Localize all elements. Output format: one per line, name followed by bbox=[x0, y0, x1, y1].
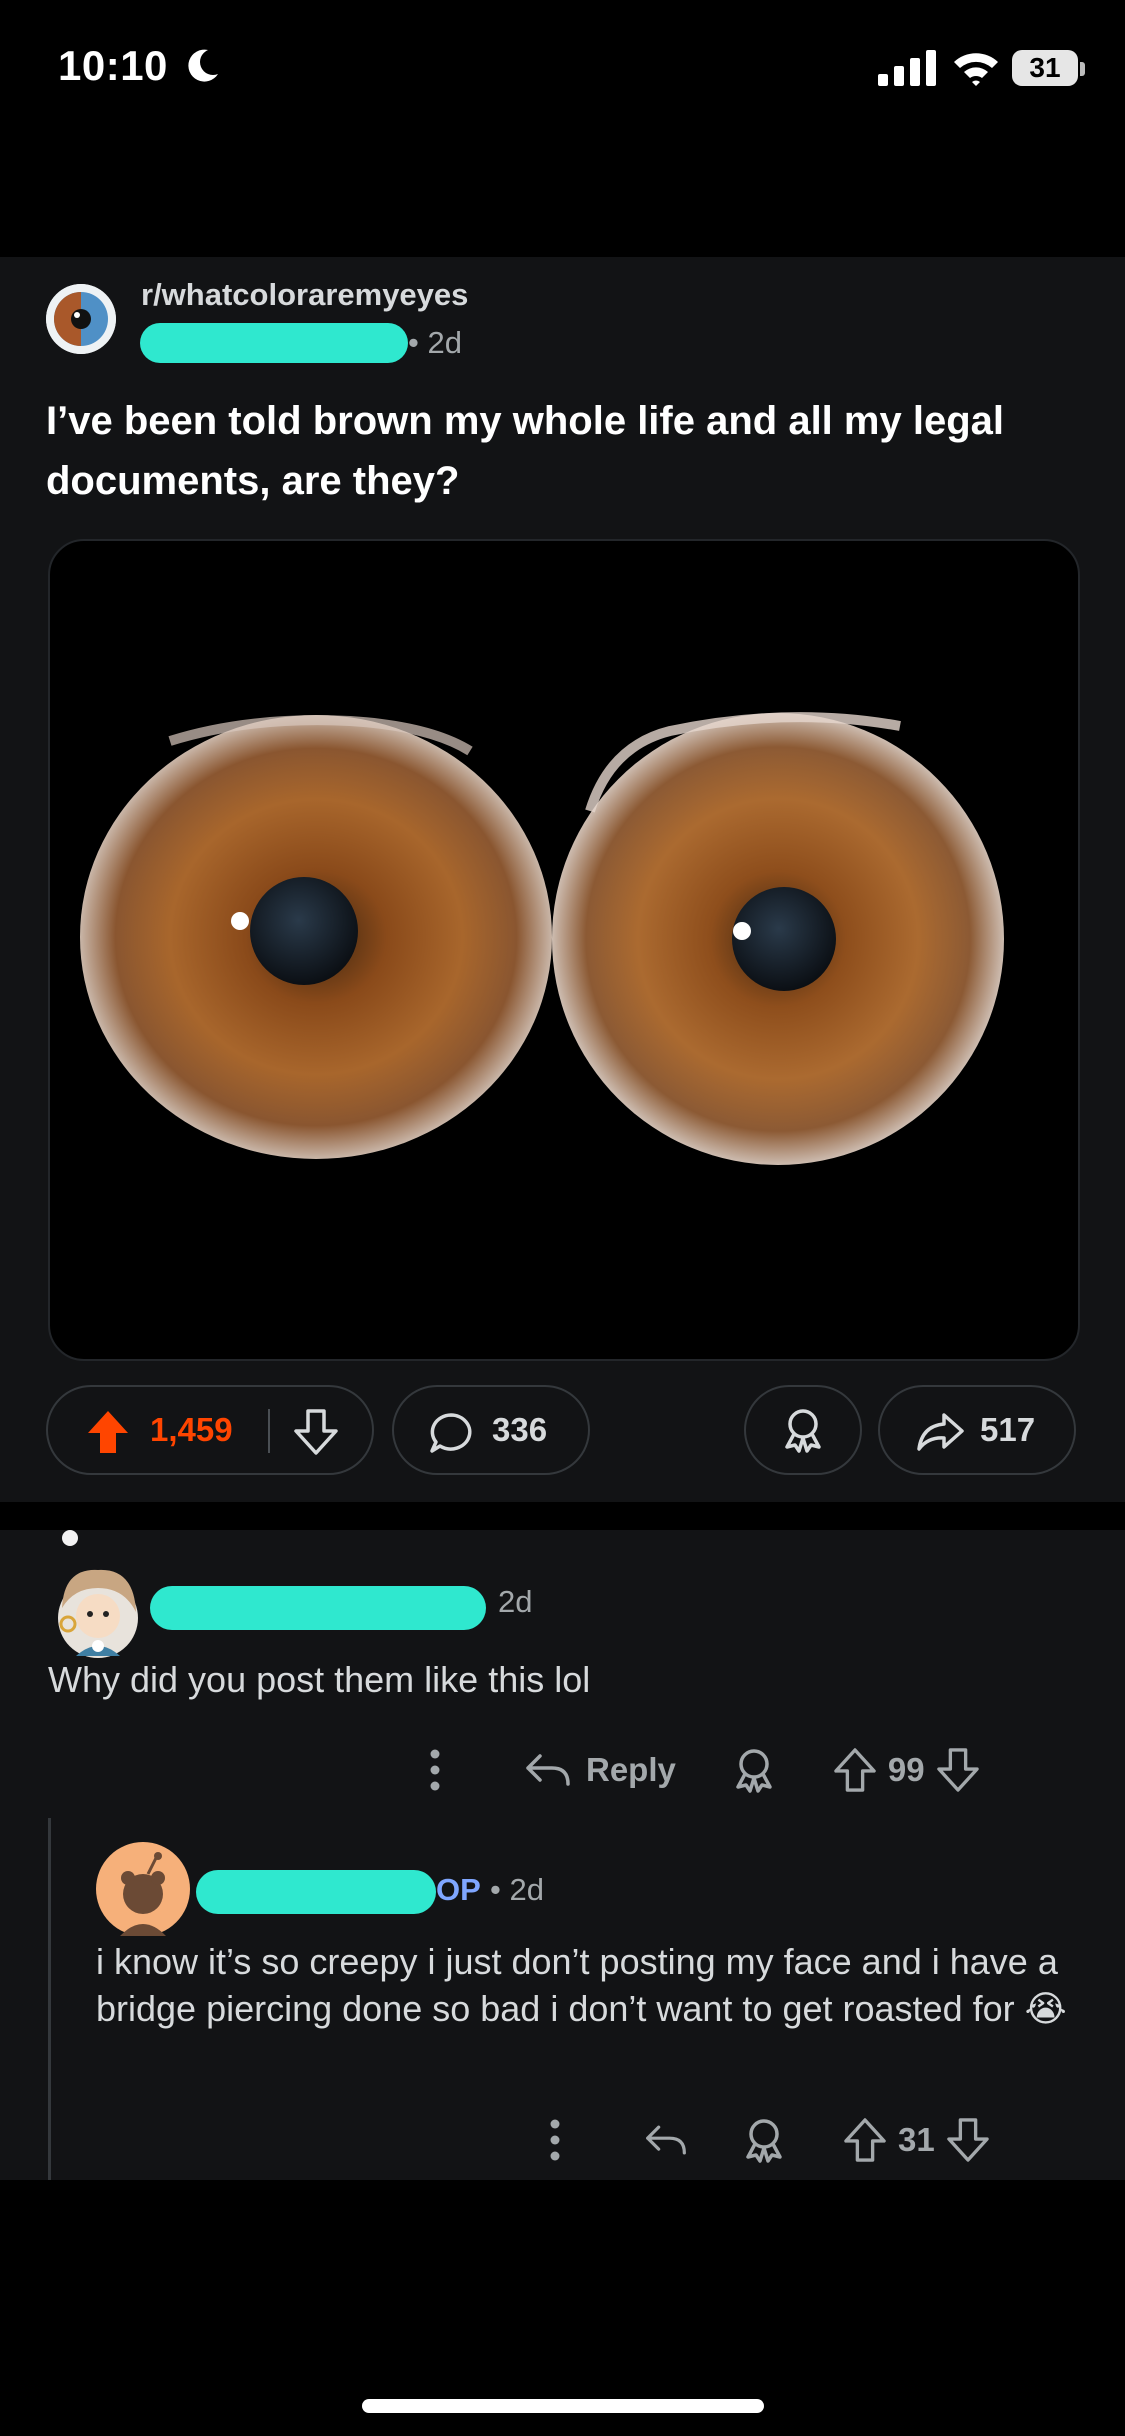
comment-score: 99 bbox=[887, 1751, 925, 1788]
post-card: r/whatcoloraremyeyes • 2d I’ve been told… bbox=[0, 257, 1125, 1502]
op-label: OP bbox=[436, 1872, 481, 1907]
op-avatar[interactable] bbox=[96, 1842, 190, 1936]
post-title[interactable]: I’ve been told brown my whole life and a… bbox=[46, 391, 1066, 511]
upvote-icon[interactable] bbox=[834, 1748, 876, 1792]
comments-section: 2d Why did you post them like this lol R… bbox=[0, 1530, 1125, 2180]
thread-line[interactable] bbox=[48, 1818, 51, 2180]
upvote-count: 1,459 bbox=[150, 1411, 233, 1448]
redacted-username bbox=[150, 1586, 486, 1630]
post-image[interactable] bbox=[48, 539, 1080, 1361]
comment-time: 2d bbox=[498, 1584, 533, 1619]
eye-avatar-icon bbox=[46, 284, 116, 354]
battery-indicator: 31 bbox=[1012, 50, 1078, 86]
downvote-icon[interactable] bbox=[946, 2118, 989, 2162]
status-bar: 10:10 31 bbox=[0, 0, 1125, 140]
post-time: • 2d bbox=[408, 325, 462, 360]
downvote-icon[interactable] bbox=[936, 1748, 979, 1792]
moon-icon bbox=[188, 49, 218, 82]
comments-button[interactable]: 336 bbox=[392, 1385, 590, 1475]
reply-label: Reply bbox=[586, 1751, 676, 1788]
post-action-bar: 1,459 336 517 bbox=[0, 1385, 1125, 1480]
reply-button[interactable]: Reply bbox=[524, 1751, 676, 1789]
reply-body: i know it’s so creepy i just don’t posti… bbox=[96, 1941, 1067, 2029]
reply-icon bbox=[526, 1754, 570, 1786]
award-button[interactable] bbox=[744, 1385, 862, 1475]
award-icon[interactable] bbox=[742, 2117, 786, 2163]
wifi-icon bbox=[954, 53, 998, 86]
clock: 10:10 bbox=[58, 42, 168, 89]
subreddit-avatar[interactable] bbox=[46, 284, 116, 354]
share-button[interactable]: 517 bbox=[878, 1385, 1076, 1475]
subreddit-name[interactable]: r/whatcoloraremyeyes bbox=[141, 277, 468, 313]
more-options-icon[interactable] bbox=[426, 1748, 444, 1792]
award-icon[interactable] bbox=[732, 1747, 776, 1793]
comment-actions: Reply 99 bbox=[426, 1740, 979, 1800]
reply-actions: 31 bbox=[546, 2110, 989, 2170]
comment-body: Why did you post them like this lol bbox=[48, 1659, 591, 1700]
comment-count: 336 bbox=[492, 1411, 548, 1448]
upvote-icon[interactable] bbox=[86, 1409, 130, 1455]
more-options-icon[interactable] bbox=[546, 2118, 564, 2162]
battery-nub bbox=[1080, 62, 1085, 76]
share-count: 517 bbox=[980, 1411, 1036, 1448]
share-icon bbox=[917, 1413, 964, 1451]
upvote-icon[interactable] bbox=[844, 2118, 886, 2162]
redacted-username bbox=[140, 323, 408, 363]
eyes-photo bbox=[80, 712, 1004, 1165]
reply-time: • 2d bbox=[490, 1872, 544, 1907]
reply-score: 31 bbox=[898, 2121, 935, 2158]
downvote-icon[interactable] bbox=[294, 1409, 338, 1455]
vote-pill: 1,459 bbox=[46, 1385, 374, 1475]
home-indicator[interactable] bbox=[362, 2399, 764, 2413]
award-icon bbox=[785, 1409, 821, 1453]
reply-icon[interactable] bbox=[644, 2122, 688, 2158]
vote-divider bbox=[268, 1409, 270, 1453]
comment-icon bbox=[430, 1413, 472, 1453]
cellular-signal-icon bbox=[878, 50, 936, 86]
redacted-username bbox=[196, 1870, 436, 1914]
commenter-avatar[interactable] bbox=[54, 1528, 142, 1668]
